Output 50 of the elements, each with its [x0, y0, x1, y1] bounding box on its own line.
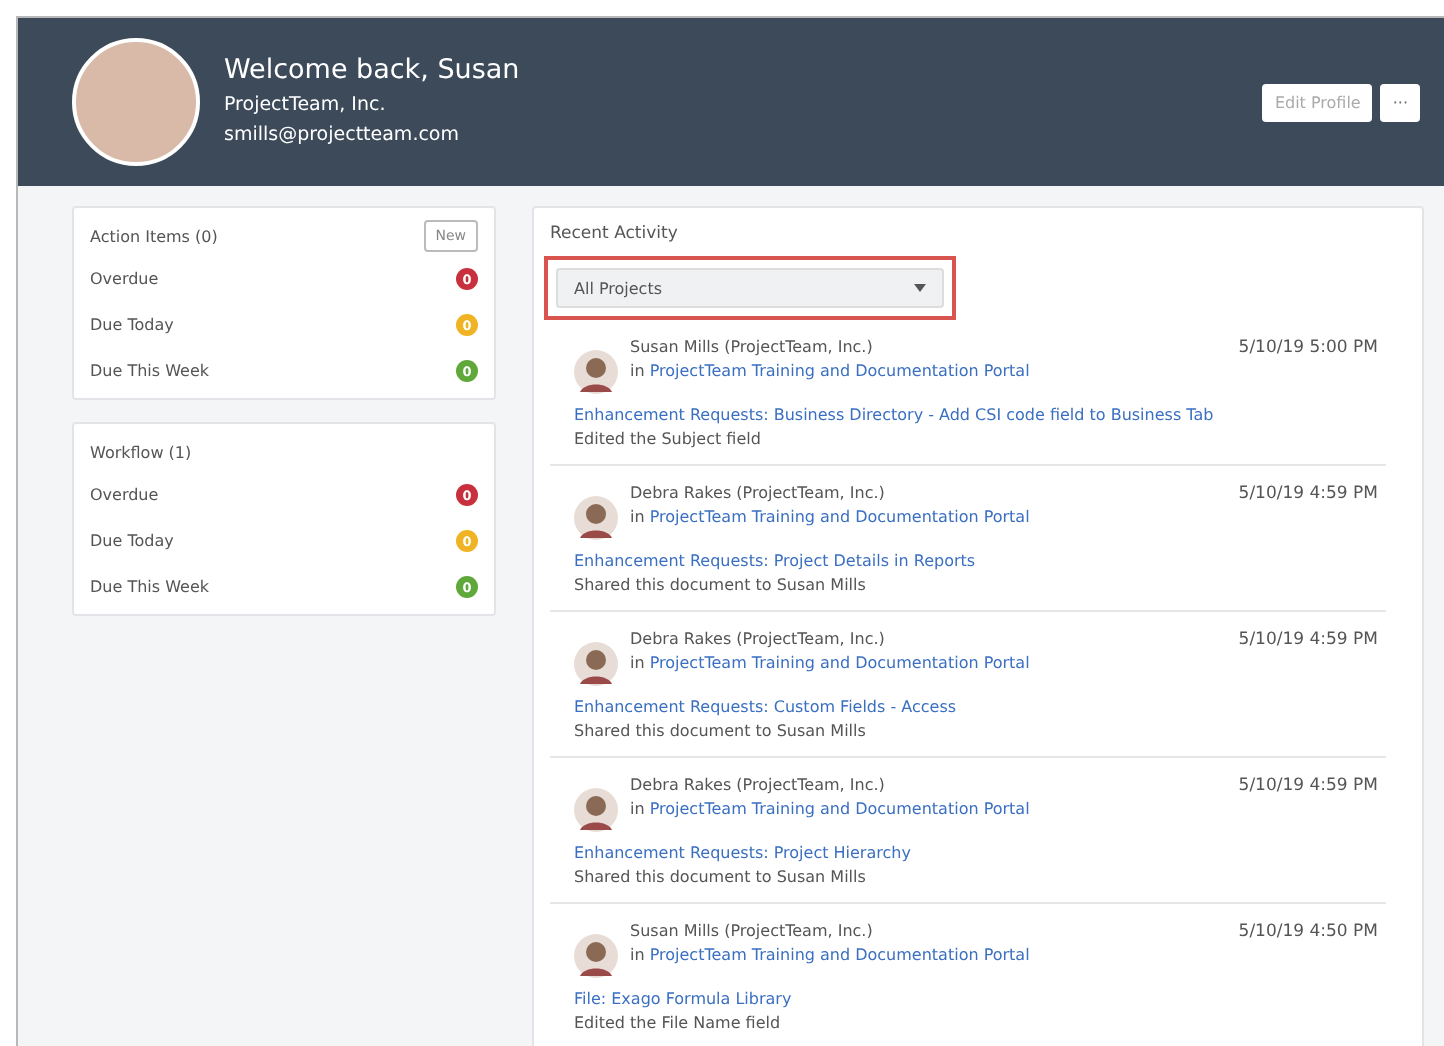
- project-link[interactable]: ProjectTeam Training and Documentation Portal: [649, 508, 1030, 526]
- project-link[interactable]: ProjectTeam Training and Documentation Portal: [649, 946, 1030, 964]
- user-name: Susan Mills (ProjectTeam, Inc.): [630, 920, 875, 944]
- location-prefix: in: [630, 508, 645, 526]
- user-avatar-icon: [574, 640, 618, 688]
- caret-icon: [914, 284, 926, 292]
- location-prefix: in: [630, 800, 645, 818]
- activity-description: Shared this document to Susan Mills: [574, 720, 868, 744]
- activity-description: Shared this document to Susan Mills: [574, 574, 868, 598]
- activity-description: Edited the Subject field: [574, 428, 763, 452]
- email-text: smills@projectteam.com: [224, 122, 461, 150]
- user-avatar-icon: [574, 786, 618, 834]
- company-name: ProjectTeam, Inc.: [224, 92, 388, 120]
- user-name: Susan Mills (ProjectTeam, Inc.): [630, 336, 875, 360]
- more-button[interactable]: ···: [1380, 83, 1420, 121]
- welcome-title: Welcome back, Susan: [224, 54, 522, 86]
- user-name: Debra Rakes (ProjectTeam, Inc.): [630, 628, 887, 652]
- document-link[interactable]: File: Exago Formula Library: [574, 988, 1378, 1012]
- user-avatar-icon: [574, 348, 618, 396]
- location-prefix: in: [630, 946, 645, 964]
- activity-description: Edited the File Name field: [574, 1012, 783, 1036]
- document-link[interactable]: Enhancement Requests: Business Directory - Add CSI code field to Business Tab: [574, 404, 1378, 428]
- panel-title: Workflow (1): [90, 443, 192, 461]
- location-prefix: in: [630, 654, 645, 672]
- activity-time: 5/10/19 4:59 PM: [1238, 628, 1378, 652]
- activity-time: 5/10/19 5:00 PM: [1238, 336, 1378, 360]
- item-label[interactable]: Due This Week: [90, 362, 210, 380]
- activity-time: 5/10/19 4:50 PM: [1238, 920, 1378, 944]
- user-avatar-icon: [574, 494, 618, 542]
- document-link[interactable]: Enhancement Requests: Project Hierarchy: [574, 842, 1378, 866]
- project-link[interactable]: ProjectTeam Training and Documentation Portal: [649, 800, 1030, 818]
- user-avatar-icon: [574, 932, 618, 980]
- project-link[interactable]: ProjectTeam Training and Documentation Portal: [649, 362, 1030, 380]
- document-link[interactable]: Enhancement Requests: Project Details in Reports: [574, 550, 1378, 574]
- activity-description: Shared this document to Susan Mills: [574, 866, 868, 890]
- item-label[interactable]: Overdue: [90, 486, 159, 504]
- activity-time: 5/10/19 4:59 PM: [1238, 482, 1378, 506]
- item-label[interactable]: Due Today: [90, 532, 174, 550]
- project-dropdown[interactable]: All Projects: [556, 268, 944, 308]
- activity-time: 5/10/19 4:59 PM: [1238, 774, 1378, 798]
- user-name: Debra Rakes (ProjectTeam, Inc.): [630, 482, 887, 506]
- user-name: Debra Rakes (ProjectTeam, Inc.): [630, 774, 887, 798]
- item-label[interactable]: Due This Week: [90, 578, 210, 596]
- item-label[interactable]: Due Today: [90, 316, 174, 334]
- document-link[interactable]: Enhancement Requests: Custom Fields - Access: [574, 696, 1378, 720]
- project-link[interactable]: ProjectTeam Training and Documentation Portal: [649, 654, 1030, 672]
- activity-title: Recent Activity: [550, 224, 680, 244]
- panel-title: Action Items (0): [90, 227, 218, 245]
- item-label[interactable]: Overdue: [90, 270, 159, 288]
- location-prefix: in: [630, 362, 645, 380]
